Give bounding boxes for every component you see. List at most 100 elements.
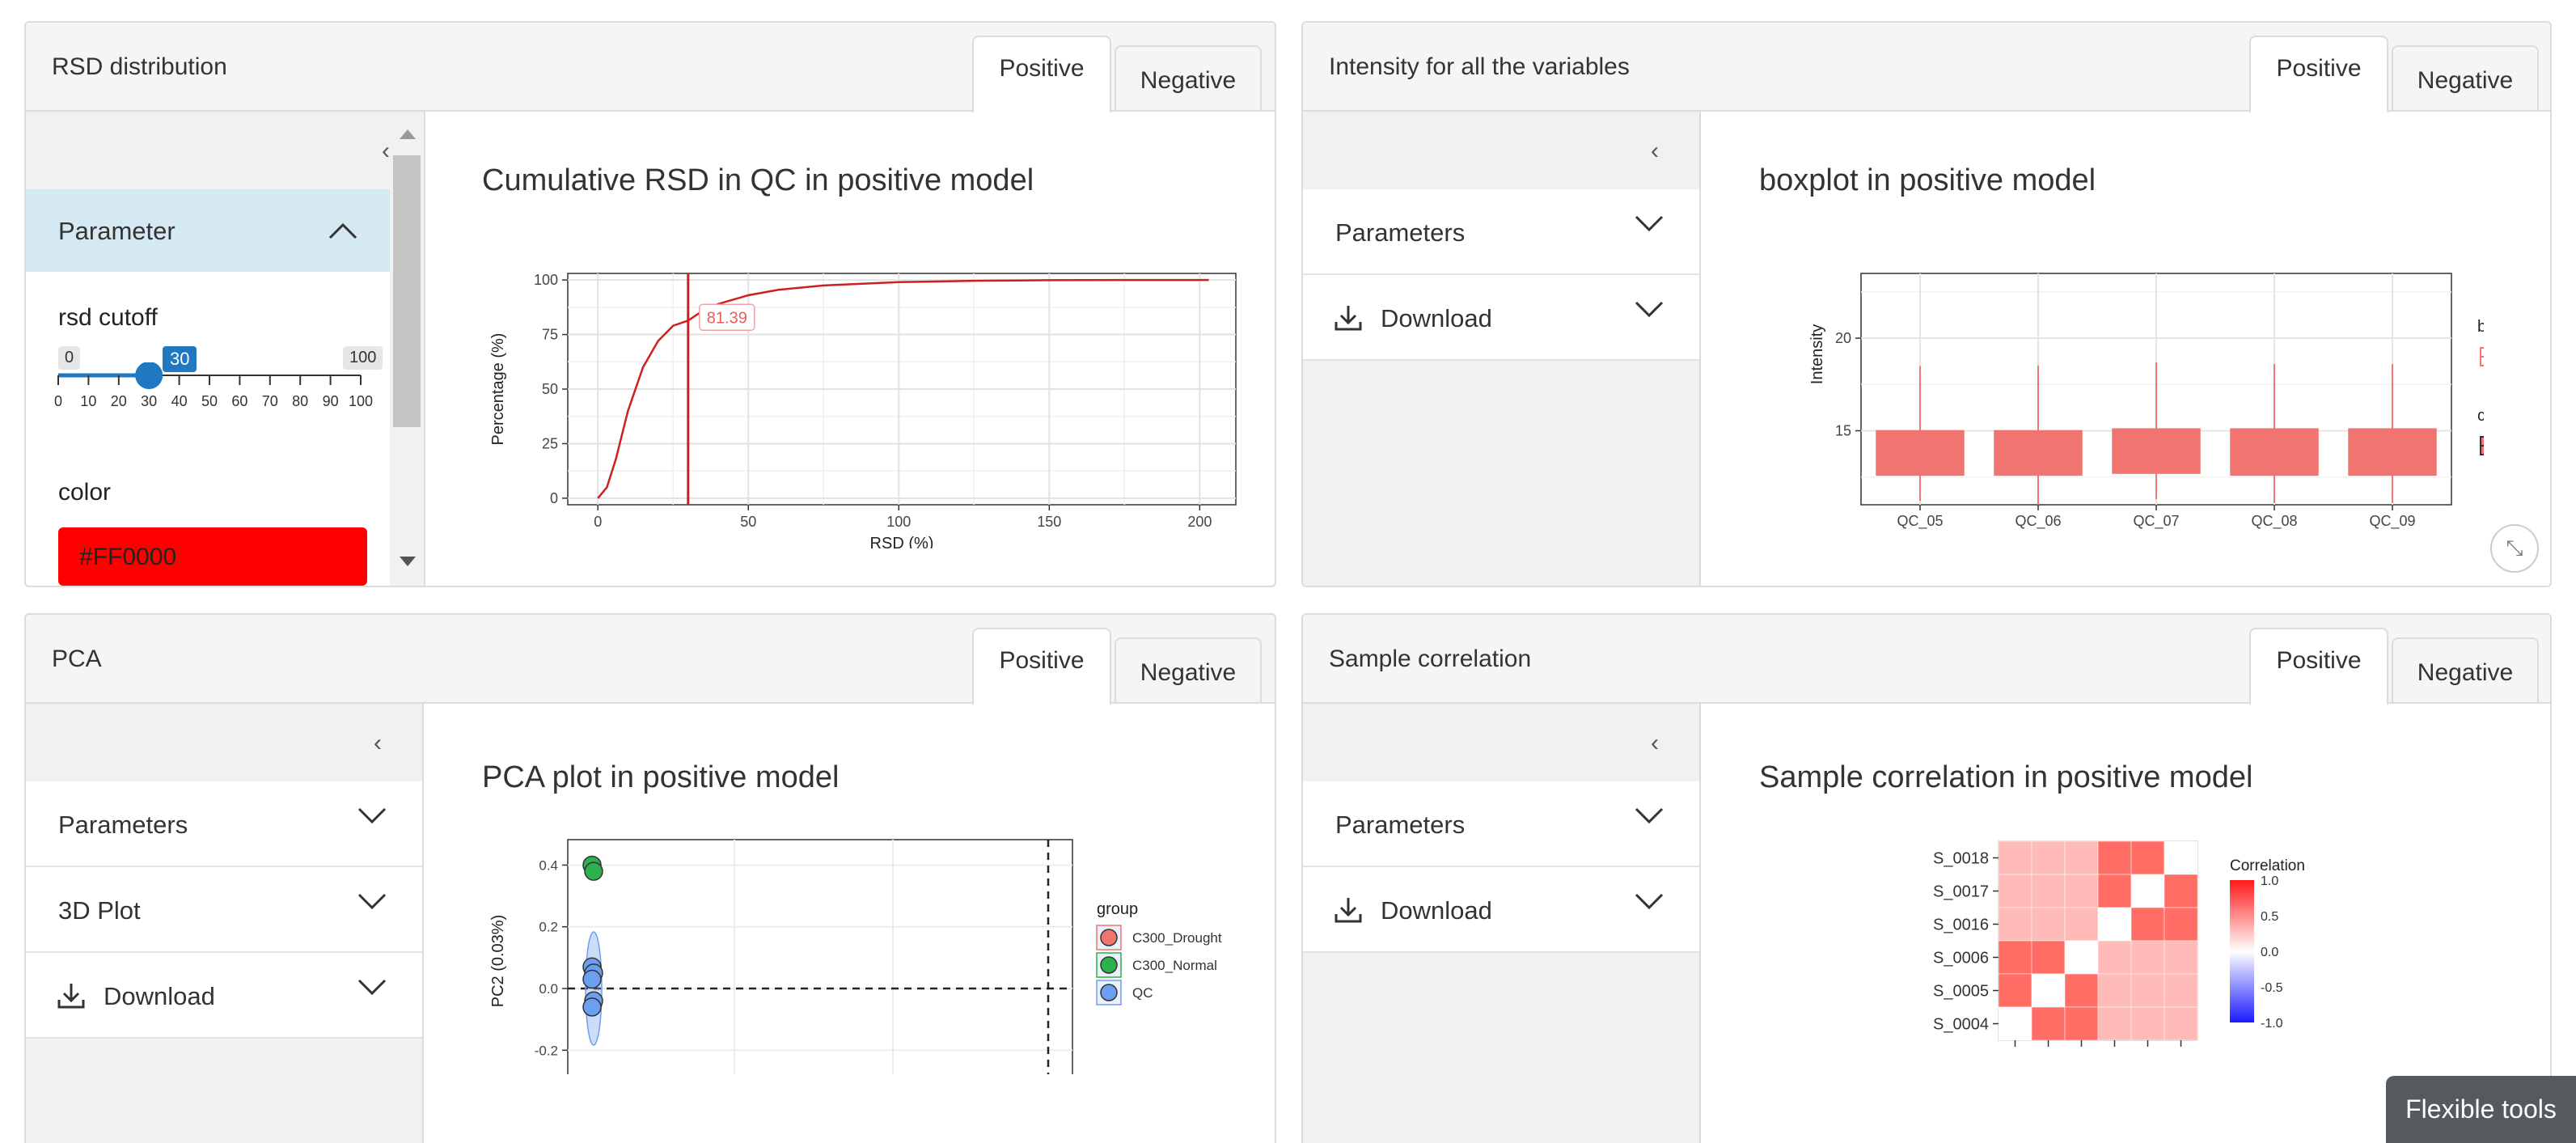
parameters-accordion[interactable]: Parameters bbox=[1303, 781, 1699, 867]
heatmap-cell bbox=[2031, 874, 2066, 908]
scroll-down-icon[interactable] bbox=[390, 548, 425, 573]
heatmap-cell bbox=[2031, 907, 2066, 942]
y-axis-label: Intensity bbox=[1808, 324, 1826, 384]
x-tick-label: QC_05 bbox=[1897, 513, 1943, 530]
tab-positive[interactable]: Positive bbox=[2249, 628, 2388, 705]
legend-tick-label: 1.0 bbox=[2261, 874, 2278, 888]
heatmap-cell bbox=[2064, 1006, 2099, 1041]
tab-negative[interactable]: Negative bbox=[1115, 637, 1262, 704]
legend-key bbox=[1100, 929, 1118, 946]
legend-key bbox=[1100, 984, 1118, 1001]
heatmap-cell bbox=[2097, 874, 2132, 908]
tab-negative[interactable]: Negative bbox=[1115, 45, 1262, 112]
sidebar-scrollbar[interactable] bbox=[390, 112, 425, 586]
color-input[interactable]: #FF0000 bbox=[58, 527, 367, 586]
intensity-sidebar: ‹ Parameters Download bbox=[1303, 112, 1701, 586]
heatmap-cell bbox=[1998, 907, 2032, 942]
tab-negative[interactable]: Negative bbox=[2392, 45, 2539, 112]
download-icon bbox=[1335, 898, 1362, 923]
plot3d-accordion[interactable]: 3D Plot bbox=[26, 867, 422, 953]
chevron-left-icon[interactable]: ‹ bbox=[382, 138, 390, 165]
download-accordion[interactable]: Download bbox=[1303, 275, 1699, 361]
scatter-point bbox=[582, 997, 602, 1017]
y-tick-label: 25 bbox=[542, 435, 558, 451]
x-tick-label: 50 bbox=[740, 514, 756, 530]
download-icon bbox=[57, 984, 85, 1009]
intensity-card: Intensity for all the variables Positive… bbox=[1301, 21, 2552, 587]
rsd-chart: 0 50 100 150 200 0 25 50 75 100 81.39 RSD (%) Percen… bbox=[489, 272, 1237, 548]
legend-title: group bbox=[1097, 900, 1138, 918]
slider-tick-label: 90 bbox=[323, 393, 339, 409]
sidebar-toggle-row: ‹ bbox=[1303, 704, 1699, 781]
plot3d-label: 3D Plot bbox=[58, 896, 141, 925]
parameters-accordion[interactable]: Parameters bbox=[26, 781, 422, 867]
heatmap-cell bbox=[1998, 1006, 2032, 1041]
chevron-left-icon[interactable]: ‹ bbox=[1651, 730, 1659, 757]
chevron-left-icon[interactable]: ‹ bbox=[1651, 138, 1659, 165]
pca-plot-title: PCA plot in positive model bbox=[482, 760, 840, 794]
x-tick-label: 150 bbox=[1037, 514, 1061, 530]
slider-tick-label: 30 bbox=[141, 393, 157, 409]
corr-sidebar: ‹ Parameters Download bbox=[1303, 704, 1701, 1143]
box-body bbox=[2230, 428, 2319, 476]
heatmap-cell bbox=[2164, 940, 2198, 975]
download-accordion[interactable]: Download bbox=[26, 953, 422, 1039]
slider-tick-label: 70 bbox=[262, 393, 278, 409]
tab-positive[interactable]: Positive bbox=[972, 36, 1111, 113]
chevron-down-icon bbox=[357, 893, 387, 910]
parameters-accordion[interactable]: Parameters bbox=[1303, 189, 1699, 275]
rsd-card-title: RSD distribution bbox=[52, 53, 227, 80]
download-accordion[interactable]: Download bbox=[1303, 867, 1699, 953]
slider-tick-label: 10 bbox=[80, 393, 96, 409]
download-label: Download bbox=[1381, 896, 1492, 925]
x-tick-label: 100 bbox=[886, 514, 911, 530]
tab-positive[interactable]: Positive bbox=[2249, 36, 2388, 113]
y-axis-label: Percentage (%) bbox=[489, 333, 507, 446]
flexible-tools-button[interactable]: Flexible tools bbox=[2386, 1076, 2576, 1143]
y-tick-label: 100 bbox=[534, 272, 558, 288]
heatmap-cell bbox=[2164, 874, 2198, 908]
chevron-left-icon[interactable]: ‹ bbox=[374, 730, 382, 757]
download-label: Download bbox=[1381, 304, 1492, 332]
heatmap-cell bbox=[2064, 874, 2099, 908]
heatmap-cell bbox=[2164, 840, 2198, 875]
y-tick-label: 0.0 bbox=[539, 981, 558, 997]
chevron-up-icon bbox=[328, 222, 357, 239]
parameter-accordion[interactable]: Parameter bbox=[26, 189, 390, 272]
corr-card: Sample correlation Positive Negative ‹ P… bbox=[1301, 613, 2552, 1143]
slider-tick-label: 40 bbox=[171, 393, 188, 409]
rsd-cutoff-label: rsd cutoff bbox=[58, 304, 158, 331]
sidebar-toggle-row: ‹ bbox=[1303, 112, 1699, 189]
corr-plot-title: Sample correlation in positive model bbox=[1759, 760, 2253, 794]
scroll-up-icon[interactable] bbox=[390, 121, 425, 146]
legend-title-batch: batch bbox=[2477, 318, 2484, 336]
pca-card-header: PCA Positive Negative bbox=[26, 615, 1275, 705]
heatmap-cell bbox=[1998, 874, 2032, 908]
legend-tick-label: 0.0 bbox=[2261, 946, 2278, 959]
rsd-cutoff-slider[interactable]: 0 10 20 30 40 50 60 70 80 90 100 bbox=[42, 362, 382, 427]
expand-icon[interactable]: ⤡ bbox=[2490, 524, 2539, 573]
color-input-value: #FF0000 bbox=[79, 544, 177, 570]
intensity-plot-title: boxplot in positive model bbox=[1759, 163, 2096, 197]
corr-chart: S_0018 S_0017 S_0016 S_0006 S_0005 S_0004 Corr… bbox=[1933, 840, 2305, 1047]
heatmap-cell bbox=[2097, 973, 2132, 1008]
rsd-sidebar: ‹ Parameter rsd cutoff 0 100 30 0 10 20 30 4… bbox=[26, 112, 390, 586]
scrollbar-thumb[interactable] bbox=[393, 155, 421, 427]
x-tick-label: QC_06 bbox=[2015, 513, 2061, 530]
heatmap-cell bbox=[2130, 973, 2165, 1008]
x-tick-label: 0 bbox=[594, 514, 602, 530]
heatmap-cell bbox=[2031, 1006, 2066, 1041]
x-tick-label: QC_09 bbox=[2369, 513, 2415, 530]
box-chart: 15 20 QC_05 QC_06 QC_07 QC_08 QC_09 Intensity ba… bbox=[1808, 273, 2484, 530]
parameter-body: rsd cutoff 0 100 30 0 10 20 30 40 50 60 70 80 90 1… bbox=[26, 272, 390, 586]
heatmap-cell bbox=[2130, 874, 2165, 908]
tab-negative[interactable]: Negative bbox=[2392, 637, 2539, 704]
tab-positive[interactable]: Positive bbox=[972, 628, 1111, 705]
heatmap-cell bbox=[2097, 940, 2132, 975]
row-label: S_0017 bbox=[1933, 883, 1989, 901]
heatmap-cell bbox=[2130, 840, 2165, 875]
heatmap-cell bbox=[2064, 840, 2099, 875]
slider-tick-label: 0 bbox=[54, 393, 62, 409]
heatmap-cell bbox=[2064, 907, 2099, 942]
download-icon bbox=[1335, 306, 1362, 331]
